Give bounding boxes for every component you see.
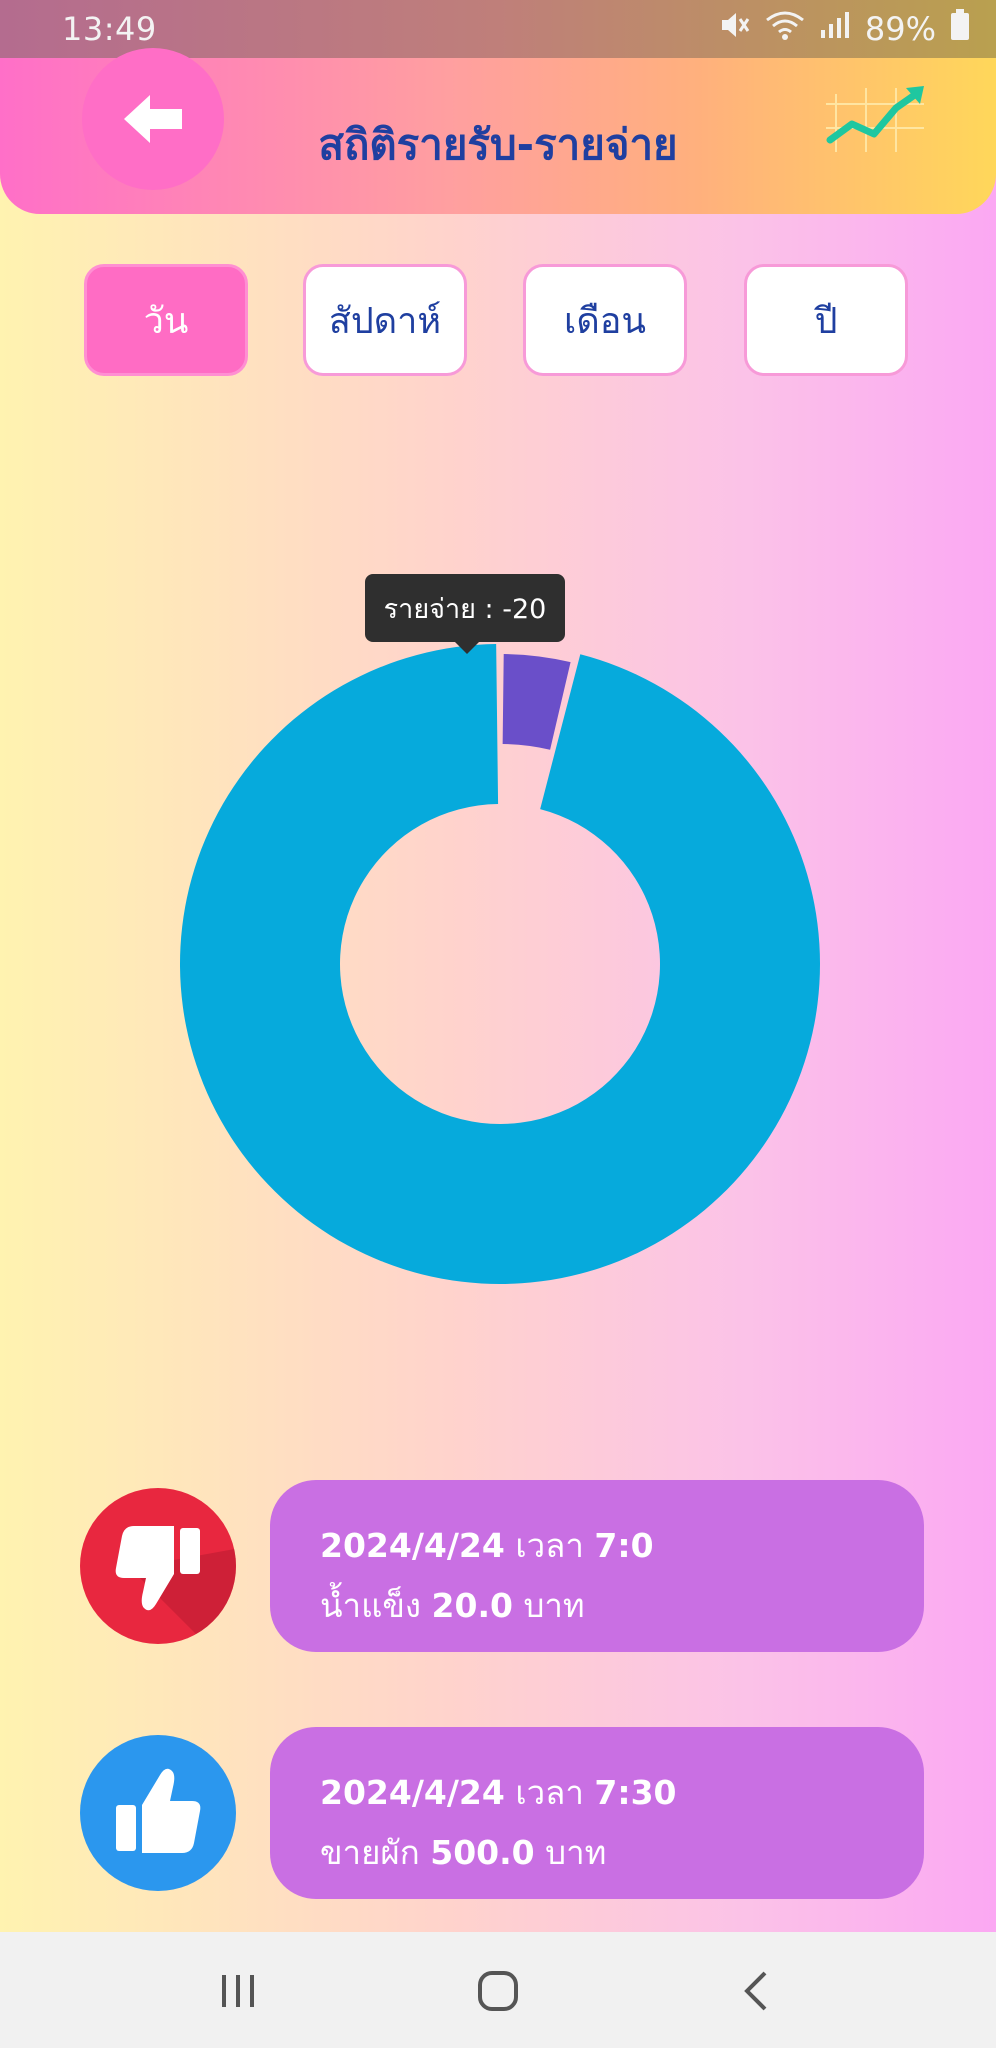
recent-apps-button[interactable] xyxy=(208,1966,268,2016)
status-icons: 89% xyxy=(719,9,970,49)
record-item: น้ำแข็ง xyxy=(320,1586,422,1625)
thumbs-up-icon xyxy=(116,1768,201,1853)
record-time: 7:0 xyxy=(594,1526,654,1565)
chart-tooltip: รายจ่าย : -20 xyxy=(365,574,565,654)
tab-year-label: ปี xyxy=(814,300,838,342)
record-time-label: เวลา xyxy=(515,1773,584,1812)
wifi-icon xyxy=(765,10,805,48)
record-item: ขายผัก xyxy=(320,1833,420,1872)
system-nav-bar xyxy=(0,1932,996,2048)
income-record-icon xyxy=(80,1735,236,1891)
home-icon xyxy=(478,1971,518,2011)
tab-month-label: เดือน xyxy=(564,300,646,342)
donut-slice-income[interactable] xyxy=(180,644,821,1285)
income-record-card[interactable]: 2024/4/24 เวลา 7:30 ขายผัก 500.0 บาท xyxy=(270,1727,924,1899)
record-unit: บาท xyxy=(523,1586,585,1625)
chevron-left-icon xyxy=(744,1971,767,2011)
tab-week[interactable]: สัปดาห์ xyxy=(303,264,467,376)
record-datetime: 2024/4/24 เวลา 7:30 xyxy=(320,1763,924,1823)
recent-apps-icon xyxy=(222,1975,254,2007)
record-unit: บาท xyxy=(545,1833,607,1872)
back-nav-button[interactable] xyxy=(726,1966,786,2016)
record-time: 7:30 xyxy=(594,1773,677,1812)
signal-icon xyxy=(819,10,851,48)
record-time-label: เวลา xyxy=(515,1526,584,1565)
tab-year[interactable]: ปี xyxy=(744,264,908,376)
home-button[interactable] xyxy=(468,1966,528,2016)
record-detail: ขายผัก 500.0 บาท xyxy=(320,1823,924,1883)
expense-record-icon xyxy=(80,1488,236,1644)
mute-icon xyxy=(719,10,751,48)
tab-day[interactable]: วัน xyxy=(84,264,248,376)
status-time: 13:49 xyxy=(62,10,157,48)
tab-day-label: วัน xyxy=(143,300,189,342)
tab-week-label: สัปดาห์ xyxy=(328,300,442,342)
record-datetime: 2024/4/24 เวลา 7:0 xyxy=(320,1516,924,1576)
tab-month[interactable]: เดือน xyxy=(523,264,687,376)
trending-chart-icon xyxy=(826,84,926,158)
record-amount: 500.0 xyxy=(430,1833,535,1872)
record-date: 2024/4/24 xyxy=(320,1773,505,1812)
record-amount: 20.0 xyxy=(431,1586,513,1625)
record-date: 2024/4/24 xyxy=(320,1526,505,1565)
battery-percent: 89% xyxy=(864,10,936,48)
expense-record-card[interactable]: 2024/4/24 เวลา 7:0 น้ำแข็ง 20.0 บาท xyxy=(270,1480,924,1652)
donut-chart[interactable] xyxy=(0,560,996,1320)
battery-icon xyxy=(950,9,970,49)
thumbs-down-icon xyxy=(115,1526,236,1644)
record-detail: น้ำแข็ง 20.0 บาท xyxy=(320,1576,924,1636)
